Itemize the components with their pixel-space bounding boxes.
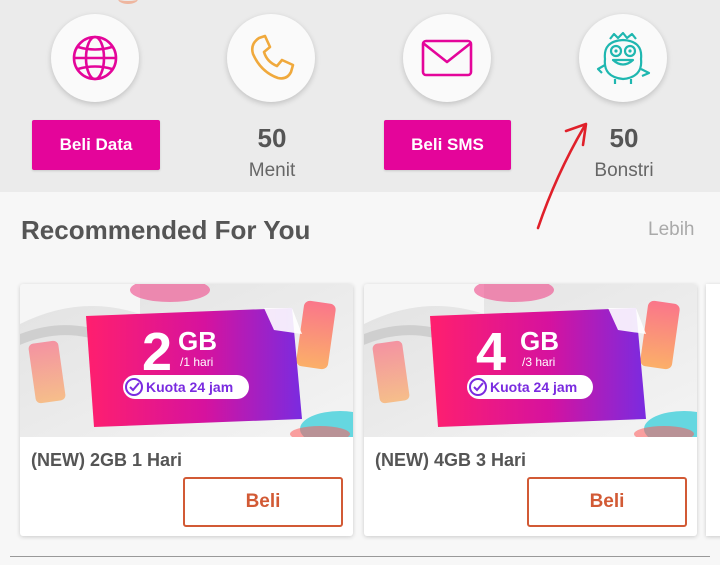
package-banner: 4 GB /3 hari Kuota 24 jam <box>364 284 697 437</box>
minutes-label: Menit <box>248 160 296 181</box>
sms-icon-circle[interactable] <box>403 14 491 102</box>
banner-amount: 4 <box>476 322 506 382</box>
data-icon-circle[interactable] <box>51 14 139 102</box>
section-divider <box>10 556 710 557</box>
buy-button[interactable]: Beli <box>527 477 687 527</box>
next-card-peek[interactable] <box>706 284 720 536</box>
call-icon-circle[interactable] <box>227 14 315 102</box>
buy-button[interactable]: Beli <box>183 477 343 527</box>
package-card[interactable]: 4 GB /3 hari Kuota 24 jam (NEW) 4GB 3 Ha… <box>364 284 697 536</box>
package-banner: 2 GB /1 hari Kuota 24 jam <box>20 284 353 437</box>
banner-period: /3 hari <box>522 355 555 369</box>
monster-mascot-icon <box>596 31 651 84</box>
banner-amount: 2 <box>142 322 172 382</box>
globe-icon <box>72 35 118 81</box>
bonstri-label: Bonstri <box>594 160 654 181</box>
buy-sms-button[interactable]: Beli SMS <box>384 120 511 170</box>
banner-period: /1 hari <box>180 355 213 369</box>
package-title: (NEW) 2GB 1 Hari <box>31 450 183 470</box>
minutes-count: 50 <box>257 123 287 153</box>
phone-icon <box>250 34 295 80</box>
package-title: (NEW) 4GB 3 Hari <box>375 450 527 470</box>
envelope-icon <box>421 39 473 77</box>
banner-tag: Kuota 24 jam <box>490 379 577 395</box>
see-more-link[interactable]: Lebih <box>648 219 695 241</box>
buy-data-button[interactable]: Beli Data <box>32 120 160 170</box>
banner-tag: Kuota 24 jam <box>146 379 233 395</box>
banner-unit: GB <box>520 326 559 356</box>
bonstri-icon-circle[interactable] <box>579 14 667 102</box>
bonstri-count: 50 <box>609 123 639 153</box>
banner-unit: GB <box>178 326 217 356</box>
package-card[interactable]: 2 GB /1 hari Kuota 24 jam (NEW) 2GB 1 Ha… <box>20 284 353 536</box>
section-title: Recommended For You <box>21 215 311 245</box>
